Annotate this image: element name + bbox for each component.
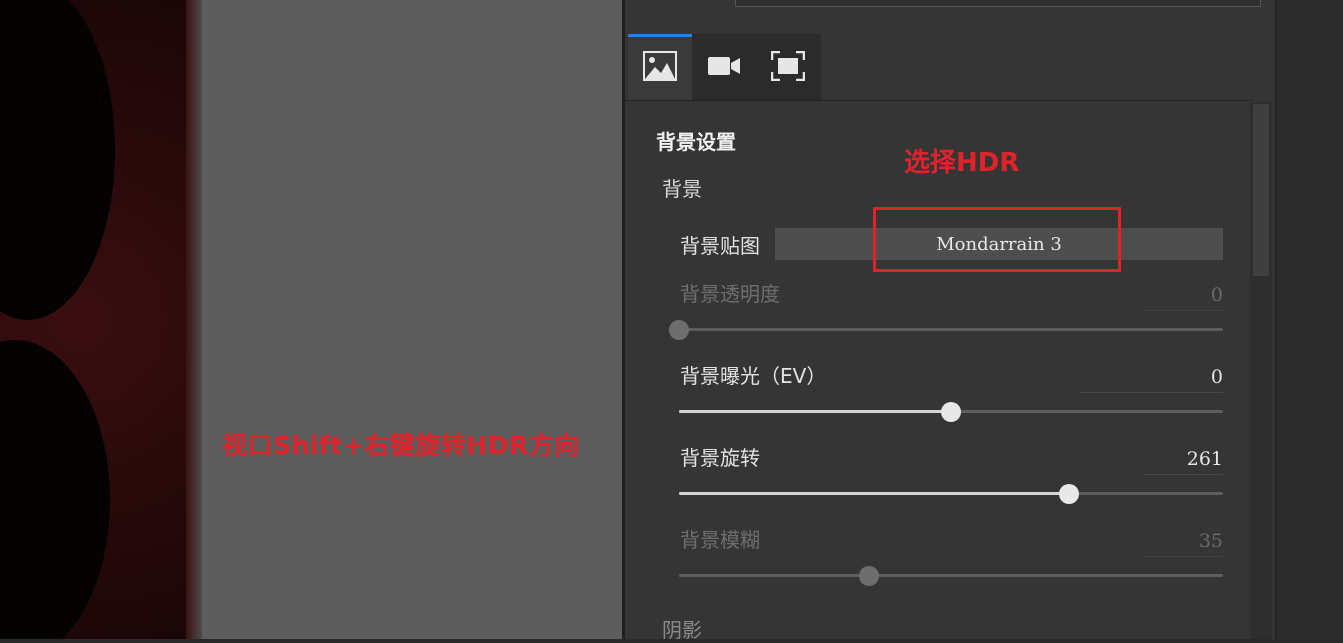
tabbar-divider xyxy=(625,100,1253,101)
bg-rotation-label: 背景旋转 xyxy=(680,446,760,470)
3d-viewport[interactable]: 视口Shift+右键旋转HDR方向 xyxy=(0,0,622,639)
slider-thumb[interactable] xyxy=(1059,484,1080,504)
annotation-highlight-box xyxy=(873,207,1121,272)
image-icon xyxy=(643,50,677,85)
model-edge xyxy=(186,0,202,639)
top-input-field[interactable] xyxy=(735,0,1261,7)
tab-image[interactable] xyxy=(628,34,692,101)
slider-track xyxy=(679,328,1223,331)
fullscreen-icon xyxy=(770,50,806,85)
bg-rotation-slider[interactable] xyxy=(679,484,1223,504)
slider-thumb[interactable] xyxy=(859,566,880,586)
bg-opacity-value[interactable]: 0 xyxy=(1143,284,1223,311)
slider-fill xyxy=(679,492,1070,495)
viewport-hint-annotation: 视口Shift+右键旋转HDR方向 xyxy=(222,431,580,460)
bg-blur-slider[interactable] xyxy=(679,566,1223,586)
bg-map-label: 背景贴图 xyxy=(680,234,760,258)
scrollbar-thumb[interactable] xyxy=(1253,104,1269,276)
right-gutter xyxy=(1275,0,1343,639)
bg-rotation-value[interactable]: 261 xyxy=(1143,448,1223,475)
slider-thumb[interactable] xyxy=(941,402,961,422)
settings-panel: 背景设置 背景 背景贴图 Mondarrain 3 背景透明度 0 背景曝光（E… xyxy=(625,0,1275,642)
tab-video[interactable] xyxy=(692,34,756,101)
slider-fill xyxy=(679,574,870,577)
bg-blur-label: 背景模糊 xyxy=(680,528,760,552)
bg-opacity-label: 背景透明度 xyxy=(680,282,780,306)
bg-exposure-value[interactable]: 0 xyxy=(1079,366,1223,393)
select-hdr-annotation: 选择HDR xyxy=(904,148,1020,178)
group-label-background[interactable]: 背景 xyxy=(662,173,702,202)
section-title: 背景设置 xyxy=(656,130,736,154)
video-camera-icon xyxy=(707,54,741,82)
bg-exposure-slider[interactable] xyxy=(679,402,1223,422)
bg-opacity-slider[interactable] xyxy=(669,320,1223,340)
slider-fill xyxy=(679,410,951,413)
panel-tabbar xyxy=(628,34,821,101)
bg-blur-value[interactable]: 35 xyxy=(1143,530,1223,557)
slider-thumb[interactable] xyxy=(669,320,689,340)
tab-fullscreen[interactable] xyxy=(756,34,820,101)
panel-scrollbar[interactable] xyxy=(1250,102,1272,639)
bg-exposure-label: 背景曝光（EV） xyxy=(680,364,827,388)
